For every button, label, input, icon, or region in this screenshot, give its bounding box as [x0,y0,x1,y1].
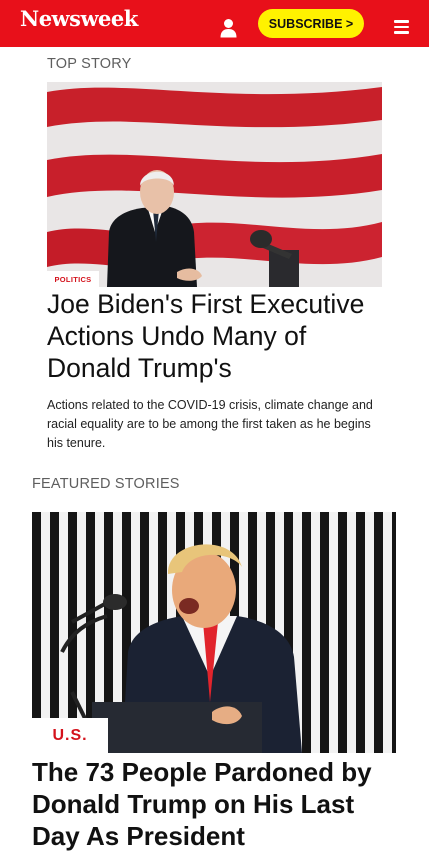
hamburger-menu-icon[interactable] [394,20,409,34]
user-icon[interactable] [220,18,237,38]
subscribe-button[interactable]: SUBSCRIBE > [258,9,364,38]
featured-story-headline[interactable]: The 73 People Pardoned by Donald Trump o… [32,756,372,852]
site-header: Newsweek SUBSCRIBE > [0,0,429,47]
featured-stories-label: FEATURED STORIES [32,476,180,492]
us-tag[interactable]: U.S. [32,718,108,753]
newsweek-logo[interactable]: Newsweek [20,6,138,31]
top-story-label: TOP STORY [47,56,132,72]
top-story-summary: Actions related to the COVID-19 crisis, … [47,398,373,450]
featured-story-image[interactable] [32,512,396,753]
top-story-image[interactable] [47,82,382,287]
top-story-headline[interactable]: Joe Biden's First Executive Actions Undo… [47,288,377,384]
main-content: TOP STORY POLITICS Joe Biden's First Exe… [0,47,429,866]
politics-tag[interactable]: POLITICS [47,271,99,287]
